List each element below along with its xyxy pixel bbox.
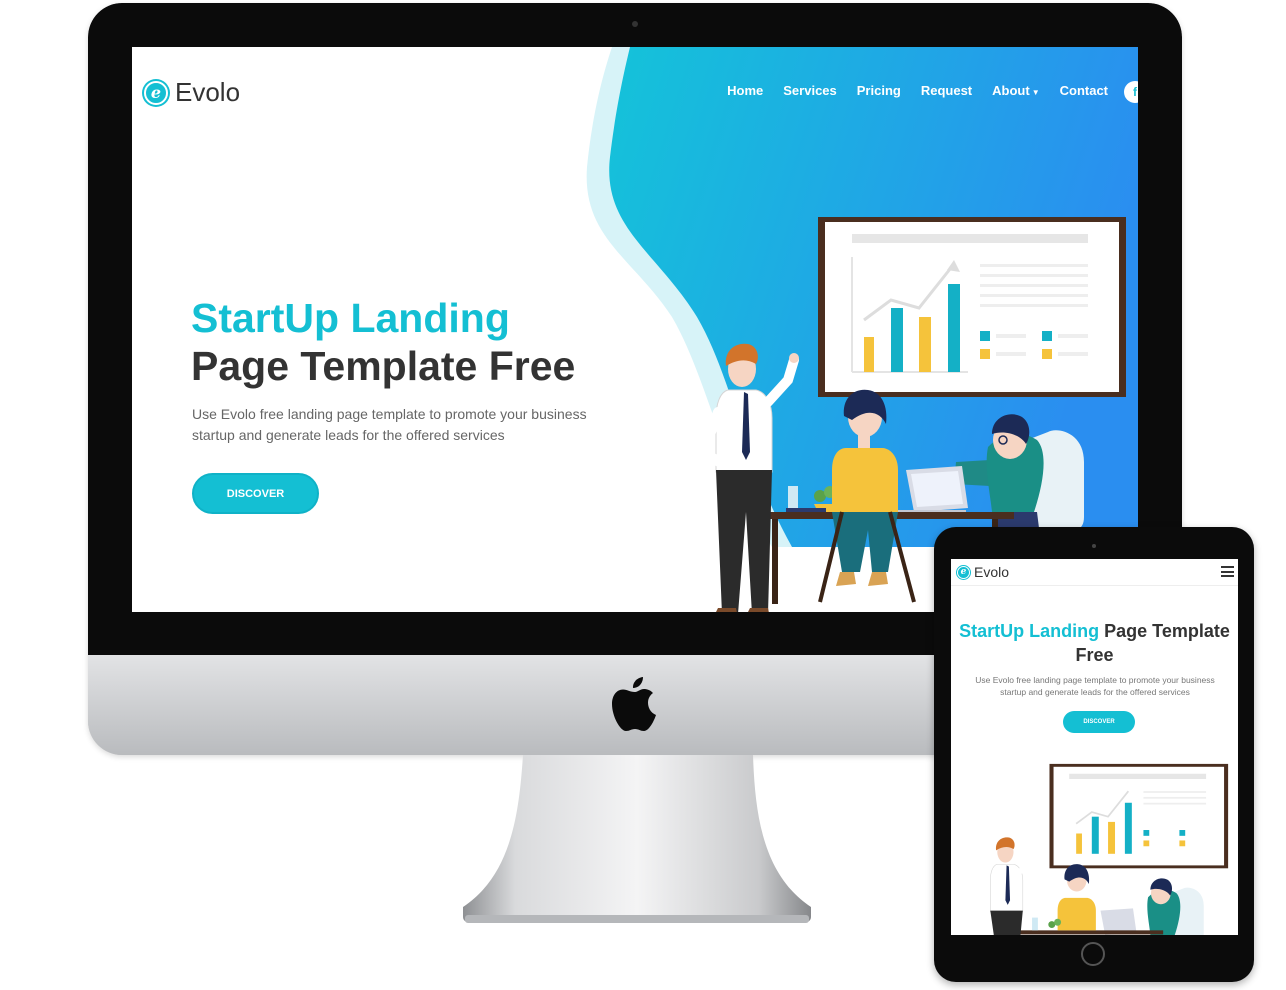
tablet-screen: e Evolo StartUp Landing Page Template Fr… bbox=[951, 559, 1238, 935]
nav-home[interactable]: Home bbox=[727, 83, 763, 98]
main-nav: Home Services Pricing Request About ▼ Con… bbox=[727, 83, 1108, 98]
chart-bar bbox=[919, 317, 931, 372]
imac-stand bbox=[463, 755, 811, 923]
chart-bar bbox=[864, 337, 874, 372]
apple-logo-icon bbox=[612, 677, 656, 731]
nav-about[interactable]: About ▼ bbox=[992, 83, 1039, 98]
hero-title: StartUp Landing Page Template Free bbox=[951, 619, 1238, 667]
discover-button[interactable]: DISCOVER bbox=[1063, 711, 1135, 733]
hero-title-rest: Page Template Free bbox=[1075, 621, 1230, 665]
hero-title-accent: StartUp Landing bbox=[191, 295, 510, 341]
logo-mark-icon: e bbox=[957, 565, 970, 579]
brand-logo[interactable]: e Evolo bbox=[957, 564, 1009, 580]
hero-title-accent: StartUp Landing bbox=[959, 621, 1100, 641]
brand-name: Evolo bbox=[974, 564, 1010, 580]
nav-pricing[interactable]: Pricing bbox=[857, 83, 901, 98]
team-meeting-illustration bbox=[990, 763, 1229, 935]
chart-bar bbox=[948, 284, 960, 372]
person-seated-middle bbox=[832, 448, 898, 512]
nav-services[interactable]: Services bbox=[783, 83, 837, 98]
nav-contact[interactable]: Contact bbox=[1060, 83, 1108, 98]
logo-mark-icon: e bbox=[144, 80, 168, 105]
brand-logo[interactable]: e Evolo bbox=[144, 77, 240, 108]
hero-title: Page Template Free bbox=[191, 343, 576, 389]
brand-name: Evolo bbox=[175, 77, 241, 107]
hamburger-icon[interactable] bbox=[1221, 566, 1234, 577]
camera-icon bbox=[1092, 544, 1096, 548]
chart-bar bbox=[891, 308, 903, 372]
hero-description: Use Evolo free landing page template to … bbox=[192, 406, 587, 443]
tablet-navbar: e Evolo bbox=[951, 559, 1238, 586]
discover-button[interactable]: DISCOVER bbox=[192, 473, 319, 514]
camera-icon bbox=[632, 21, 638, 27]
nav-request[interactable]: Request bbox=[921, 83, 972, 98]
ipad-device: e Evolo StartUp Landing Page Template Fr… bbox=[934, 527, 1254, 982]
home-button[interactable] bbox=[1081, 942, 1105, 966]
hero-description: Use Evolo free landing page template to … bbox=[975, 675, 1215, 697]
caret-down-icon: ▼ bbox=[1031, 88, 1040, 97]
nav-about-label: About bbox=[992, 83, 1030, 98]
